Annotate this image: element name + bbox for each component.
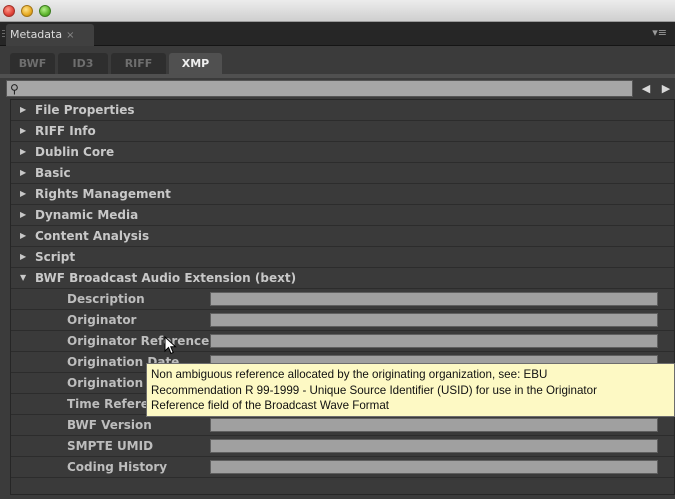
next-match-button[interactable]: ▶ (656, 80, 675, 97)
field-label: Originator Reference (67, 334, 210, 348)
section-label: Content Analysis (35, 229, 150, 243)
disclosure-triangle-icon[interactable]: ▶ (20, 184, 26, 204)
tooltip-line: Non ambiguous reference allocated by the… (151, 368, 548, 381)
search-bar: ⚲ (6, 80, 633, 97)
tooltip-line: Reference field of the Broadcast Wave Fo… (151, 399, 389, 412)
section-riff-info[interactable]: ▶ RIFF Info (11, 121, 674, 142)
field-label: BWF Version (67, 418, 152, 432)
section-label: Basic (35, 166, 71, 180)
disclosure-triangle-icon[interactable]: ▶ (20, 226, 26, 246)
panel-tabbar: Metadata × ▾≡ (0, 22, 675, 46)
field-row-bwf-version: BWF Version (11, 415, 674, 436)
section-bwf-bext[interactable]: ▼ BWF Broadcast Audio Extension (bext) (11, 268, 674, 289)
field-row-originator-reference: Originator Reference (11, 331, 674, 352)
section-label: BWF Broadcast Audio Extension (bext) (35, 271, 297, 285)
tooltip-line: Recommendation R 99-1999 - Unique Source… (151, 383, 597, 397)
field-label: SMPTE UMID (67, 439, 154, 453)
section-content-analysis[interactable]: ▶ Content Analysis (11, 226, 674, 247)
section-label: RIFF Info (35, 124, 96, 138)
disclosure-triangle-icon[interactable]: ▶ (20, 121, 26, 141)
section-dublin-core[interactable]: ▶ Dublin Core (11, 142, 674, 163)
tab-riff[interactable]: RIFF (111, 53, 166, 74)
tab-metadata[interactable]: Metadata × (6, 24, 94, 46)
close-window-button[interactable] (3, 5, 15, 17)
metadata-tree: ▶ File Properties ▶ RIFF Info ▶ Dublin C… (10, 99, 675, 495)
field-row-coding-history: Coding History (11, 457, 674, 478)
disclosure-triangle-icon[interactable]: ▶ (20, 163, 26, 183)
section-label: Dublin Core (35, 145, 115, 159)
tab-id3[interactable]: ID3 (58, 53, 108, 74)
section-script[interactable]: ▶ Script (11, 247, 674, 268)
section-label: Rights Management (35, 187, 171, 201)
field-label: Coding History (67, 460, 168, 474)
field-row-originator: Originator (11, 310, 674, 331)
search-icon: ⚲ (10, 82, 19, 96)
tab-xmp[interactable]: XMP (169, 53, 222, 74)
description-field[interactable] (210, 292, 658, 306)
tab-close-icon[interactable]: × (66, 30, 74, 41)
tab-metadata-label: Metadata (10, 28, 63, 41)
bwf-version-field[interactable] (210, 418, 658, 432)
mouse-pointer-icon (164, 336, 177, 355)
zoom-window-button[interactable] (39, 5, 51, 17)
originator-reference-field[interactable] (210, 334, 658, 348)
panel-menu-icon[interactable]: ▾≡ (652, 26, 667, 39)
coding-history-field[interactable] (210, 460, 658, 474)
section-label: File Properties (35, 103, 135, 117)
section-file-properties[interactable]: ▶ File Properties (11, 100, 674, 121)
section-dynamic-media[interactable]: ▶ Dynamic Media (11, 205, 674, 226)
originator-field[interactable] (210, 313, 658, 327)
drag-grip-icon[interactable] (2, 30, 5, 38)
field-label: Description (67, 292, 145, 306)
disclosure-triangle-icon[interactable]: ▶ (20, 100, 26, 120)
section-label: Dynamic Media (35, 208, 139, 222)
previous-match-button[interactable]: ◀ (636, 80, 656, 97)
smpte-umid-field[interactable] (210, 439, 658, 453)
disclosure-triangle-icon[interactable]: ▼ (20, 268, 26, 288)
field-row-smpte-umid: SMPTE UMID (11, 436, 674, 457)
section-rights-management[interactable]: ▶ Rights Management (11, 184, 674, 205)
section-label: Script (35, 250, 76, 264)
tab-underline (0, 74, 675, 78)
disclosure-triangle-icon[interactable]: ▶ (20, 205, 26, 225)
metadata-panel: Metadata × ▾≡ BWF ID3 RIFF XMP ⚲ ◀ ▶ ▶ Fi… (0, 22, 675, 499)
tab-bwf[interactable]: BWF (10, 53, 55, 74)
search-input[interactable] (25, 81, 625, 96)
section-basic[interactable]: ▶ Basic (11, 163, 674, 184)
window-titlebar (0, 0, 675, 22)
minimize-window-button[interactable] (21, 5, 33, 17)
disclosure-triangle-icon[interactable]: ▶ (20, 142, 26, 162)
disclosure-triangle-icon[interactable]: ▶ (20, 247, 26, 267)
field-tooltip: Non ambiguous reference allocated by the… (146, 363, 675, 417)
field-label: Originator (67, 313, 137, 327)
field-row-description: Description (11, 289, 674, 310)
